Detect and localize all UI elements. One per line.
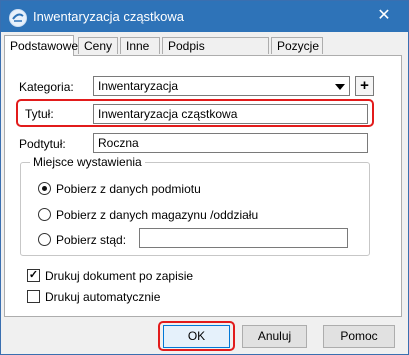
tab-podpis-elektroniczny[interactable]: Podpis elektroniczny [162,37,269,70]
radio-pobierz-stad[interactable] [38,233,51,246]
add-category-button[interactable]: + [355,76,374,96]
kategoria-label: Kategoria: [19,80,74,94]
dialog-window: Inwentaryzacja cząstkowa ✕ Podstawowe Ce… [0,0,409,355]
tab-pozycje[interactable]: Pozycje [271,37,323,54]
tab-strip: Podstawowe Ceny Inne Podpis elektroniczn… [1,35,408,70]
drukuj-automatycznie-checkbox[interactable] [27,290,40,303]
app-logo-icon [9,9,27,27]
drukuj-po-zapisie-label: Drukuj dokument po zapisie [45,269,194,283]
ok-button[interactable]: OK [163,325,230,348]
kategoria-value: Inwentaryzacja [98,79,179,93]
podtytul-input[interactable]: Roczna [93,133,368,153]
radio-pobierz-stad-label: Pobierz stąd: [56,233,127,247]
radio-dane-podmiotu-label: Pobierz z danych podmiotu [56,182,201,196]
kategoria-dropdown[interactable]: Inwentaryzacja [93,76,350,96]
title-bar[interactable]: Inwentaryzacja cząstkowa ✕ [1,1,408,32]
tab-panel-podstawowe: Kategoria: Inwentaryzacja + Tytuł: Inwen… [4,55,402,317]
radio-dane-magazynu-label: Pobierz z danych magazynu /oddziału [56,208,259,222]
pobierz-stad-input[interactable] [139,228,348,248]
tab-podstawowe[interactable]: Podstawowe [4,35,78,56]
podtytul-label: Podtytuł: [19,137,66,151]
drukuj-automatycznie-label: Drukuj automatycznie [45,290,161,304]
tab-ceny[interactable]: Ceny [78,37,118,54]
window-title: Inwentaryzacja cząstkowa [33,9,185,24]
radio-dane-magazynu[interactable] [38,208,51,221]
tytul-label: Tytuł: [25,107,54,121]
close-icon[interactable]: ✕ [373,6,395,26]
tytul-input[interactable]: Inwentaryzacja cząstkowa [93,104,368,124]
radio-dane-podmiotu[interactable] [38,182,51,195]
tab-inne[interactable]: Inne [120,37,160,54]
help-button[interactable]: Pomoc [323,325,395,348]
cancel-button[interactable]: Anuluj [242,325,307,348]
drukuj-po-zapisie-checkbox[interactable]: ✓ [27,269,40,282]
group-title: Miejsce wystawienia [30,155,145,169]
chevron-down-icon[interactable] [335,84,345,90]
